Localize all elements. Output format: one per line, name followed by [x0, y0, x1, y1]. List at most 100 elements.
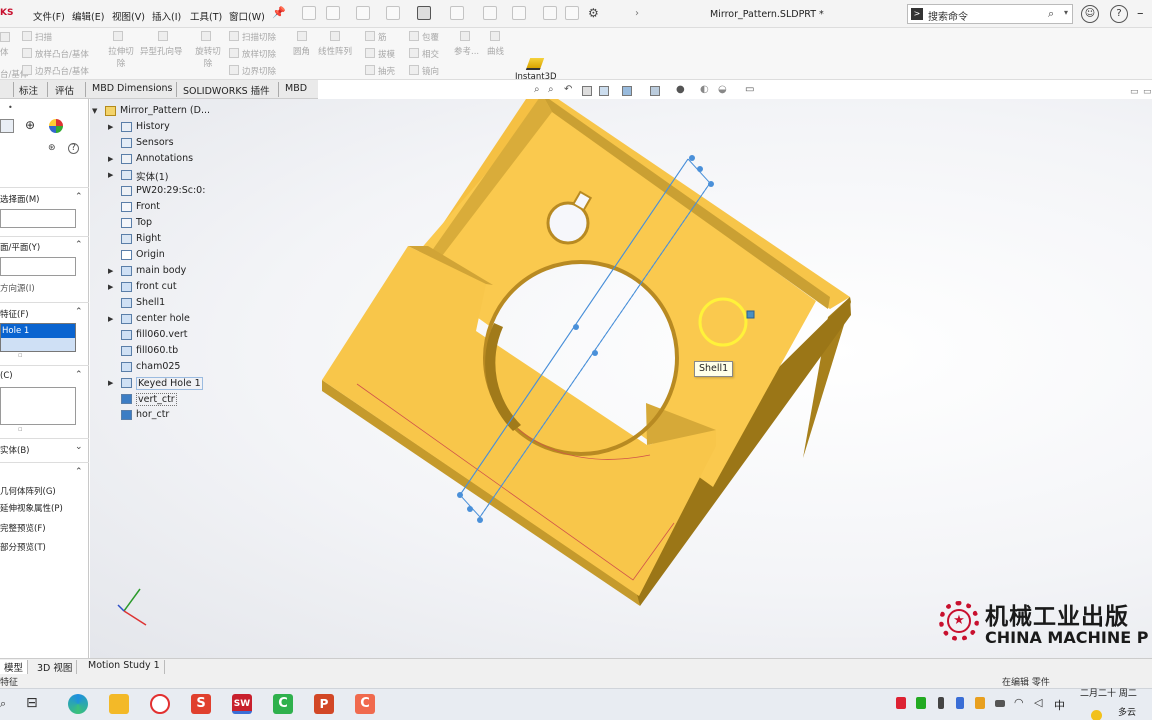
- faces-selection-box[interactable]: [0, 209, 76, 228]
- mirror-plane-selection-box[interactable]: [0, 257, 76, 276]
- hole-wizard-icon[interactable]: [158, 31, 168, 41]
- task-view-icon[interactable]: ⊟: [26, 695, 38, 711]
- collapse-chevron-icon[interactable]: ⌃: [75, 240, 83, 250]
- linear-pattern-icon[interactable]: [330, 31, 340, 41]
- resize-handle-icon[interactable]: ▫: [18, 351, 23, 359]
- plane-handle[interactable]: [708, 181, 714, 187]
- instant3d-icon[interactable]: [525, 58, 545, 70]
- appearance-tab-icon[interactable]: [49, 119, 63, 133]
- edit-appearance-icon[interactable]: ◐: [700, 84, 709, 95]
- app-s-icon[interactable]: S: [191, 694, 211, 714]
- tab-evaluate[interactable]: 评估: [55, 83, 74, 97]
- expand-arrow-icon[interactable]: ▶: [108, 171, 113, 179]
- collapse-chevron-icon[interactable]: ⌃: [75, 307, 83, 317]
- config-manager-tab-icon[interactable]: ⊕: [20, 119, 40, 133]
- loft-icon[interactable]: [22, 48, 32, 58]
- maximize-window-icon[interactable]: ▭: [1143, 87, 1152, 97]
- tree-item[interactable]: cham025: [136, 361, 180, 372]
- expand-chevron-icon[interactable]: ⌄: [75, 442, 83, 452]
- ribbon-hole-wizard[interactable]: 异型孔向导: [140, 45, 183, 57]
- home-icon[interactable]: [302, 6, 316, 20]
- plane-handle[interactable]: [467, 506, 473, 512]
- ribbon-linear-pattern[interactable]: 线性阵列: [318, 45, 352, 57]
- ribbon-curves[interactable]: 曲线: [487, 45, 504, 57]
- solidworks-taskbar-icon[interactable]: SW: [232, 694, 252, 714]
- plane-handle[interactable]: [689, 155, 695, 161]
- search-icon[interactable]: ⌕: [1048, 7, 1054, 21]
- boss-icon[interactable]: [0, 32, 10, 42]
- boundary-icon[interactable]: [22, 65, 32, 75]
- resize-handle-icon[interactable]: ▫: [18, 425, 23, 433]
- expand-arrow-icon[interactable]: ▶: [108, 123, 113, 131]
- bluetooth-icon[interactable]: [956, 697, 964, 709]
- wifi-icon[interactable]: ◠: [1014, 696, 1024, 709]
- tab-mbd[interactable]: MBD: [285, 83, 307, 94]
- tree-item[interactable]: vert_ctr: [136, 393, 177, 406]
- collapse-chevron-icon[interactable]: ⌃: [75, 192, 83, 202]
- expand-arrow-icon[interactable]: ▶: [108, 155, 113, 163]
- zoom-area-icon[interactable]: ⌕: [548, 84, 554, 95]
- plane-handle[interactable]: [573, 324, 579, 330]
- file-properties-icon[interactable]: [565, 6, 579, 20]
- ribbon-rib[interactable]: 筋: [378, 31, 387, 43]
- collapse-chevron-icon[interactable]: ⌃: [75, 370, 83, 380]
- revolved-cut-icon[interactable]: [201, 31, 211, 41]
- ribbon-boundary-cut[interactable]: 边界切除: [242, 65, 276, 77]
- pin-icon[interactable]: 📌: [272, 6, 286, 19]
- panel-collapse-icon[interactable]: •: [8, 103, 13, 112]
- battery-icon[interactable]: [995, 700, 1005, 707]
- tree-item[interactable]: main body: [136, 265, 186, 276]
- reference-geometry-icon[interactable]: [460, 31, 470, 41]
- search-taskbar-icon[interactable]: ⌕: [0, 697, 6, 711]
- collapse-chevron-icon[interactable]: ⌃: [75, 467, 83, 477]
- tab-3d-views[interactable]: 3D 视图: [33, 660, 78, 674]
- ribbon-draft[interactable]: 拔模: [378, 48, 395, 60]
- ribbon-loft[interactable]: 放样凸台/基体: [35, 48, 89, 60]
- tree-item[interactable]: fill060.tb: [136, 345, 178, 356]
- fillet-icon[interactable]: [297, 31, 307, 41]
- new-document-icon[interactable]: [326, 6, 340, 20]
- zoom-to-fit-icon[interactable]: ⌕: [534, 84, 540, 95]
- help-question-icon[interactable]: ?: [68, 143, 79, 154]
- app-c-orange-icon[interactable]: C: [355, 694, 375, 714]
- plane-handle[interactable]: [457, 492, 463, 498]
- menu-tools[interactable]: 工具(T): [190, 9, 222, 23]
- powerpoint-icon[interactable]: P: [314, 694, 334, 714]
- plane-handle[interactable]: [477, 517, 483, 523]
- print-icon[interactable]: [417, 6, 431, 20]
- section-view-icon[interactable]: [582, 86, 592, 96]
- tree-item[interactable]: Top: [136, 217, 152, 228]
- draft-icon[interactable]: [365, 48, 375, 58]
- volume-icon[interactable]: ◁: [1034, 696, 1042, 709]
- view-orientation-icon[interactable]: [622, 86, 632, 96]
- rebuild-icon[interactable]: [543, 6, 557, 20]
- ribbon-boundary[interactable]: 边界凸台/基体: [35, 65, 89, 77]
- expand-arrow-icon[interactable]: ▶: [108, 315, 113, 323]
- graphics-viewport[interactable]: ⌕ ⌕ ↶ ● ◐ ◒ ▭ Shell1 ★ 机械工业出版 CHINA MACH…: [90, 84, 1152, 659]
- ribbon-wrap[interactable]: 包覆: [422, 31, 439, 43]
- rib-icon[interactable]: [365, 31, 375, 41]
- restore-window-icon[interactable]: ▭: [1130, 87, 1139, 97]
- selected-feature-item[interactable]: Hole 1: [1, 324, 75, 338]
- search-dropdown-icon[interactable]: ▾: [1064, 8, 1068, 17]
- plane-handle[interactable]: [697, 166, 703, 172]
- features-to-mirror-list[interactable]: Hole 1: [0, 323, 76, 352]
- tab-motion-study[interactable]: Motion Study 1: [84, 660, 165, 674]
- mirror-icon[interactable]: [409, 65, 419, 75]
- tray-security-icon[interactable]: [975, 697, 985, 709]
- option-propagate-visual[interactable]: 延伸视象属性(P): [0, 502, 63, 514]
- file-explorer-icon[interactable]: [109, 694, 129, 714]
- ribbon-instant3d[interactable]: Instant3D: [515, 72, 557, 82]
- apply-scene-icon[interactable]: ◒: [718, 84, 727, 95]
- menu-view[interactable]: 视图(V): [112, 9, 145, 23]
- option-geometry-pattern[interactable]: 几何体阵列(G): [0, 485, 56, 497]
- tab-model[interactable]: 模型: [0, 660, 29, 674]
- tree-item[interactable]: front cut: [136, 281, 177, 292]
- edge-browser-icon[interactable]: [68, 694, 88, 714]
- open-icon[interactable]: [356, 6, 370, 20]
- undo-icon[interactable]: [450, 6, 464, 20]
- tree-item[interactable]: center hole: [136, 313, 190, 324]
- lofted-cut-icon[interactable]: [229, 48, 239, 58]
- intersect-icon[interactable]: [409, 48, 419, 58]
- app-c-green-icon[interactable]: C: [273, 694, 293, 714]
